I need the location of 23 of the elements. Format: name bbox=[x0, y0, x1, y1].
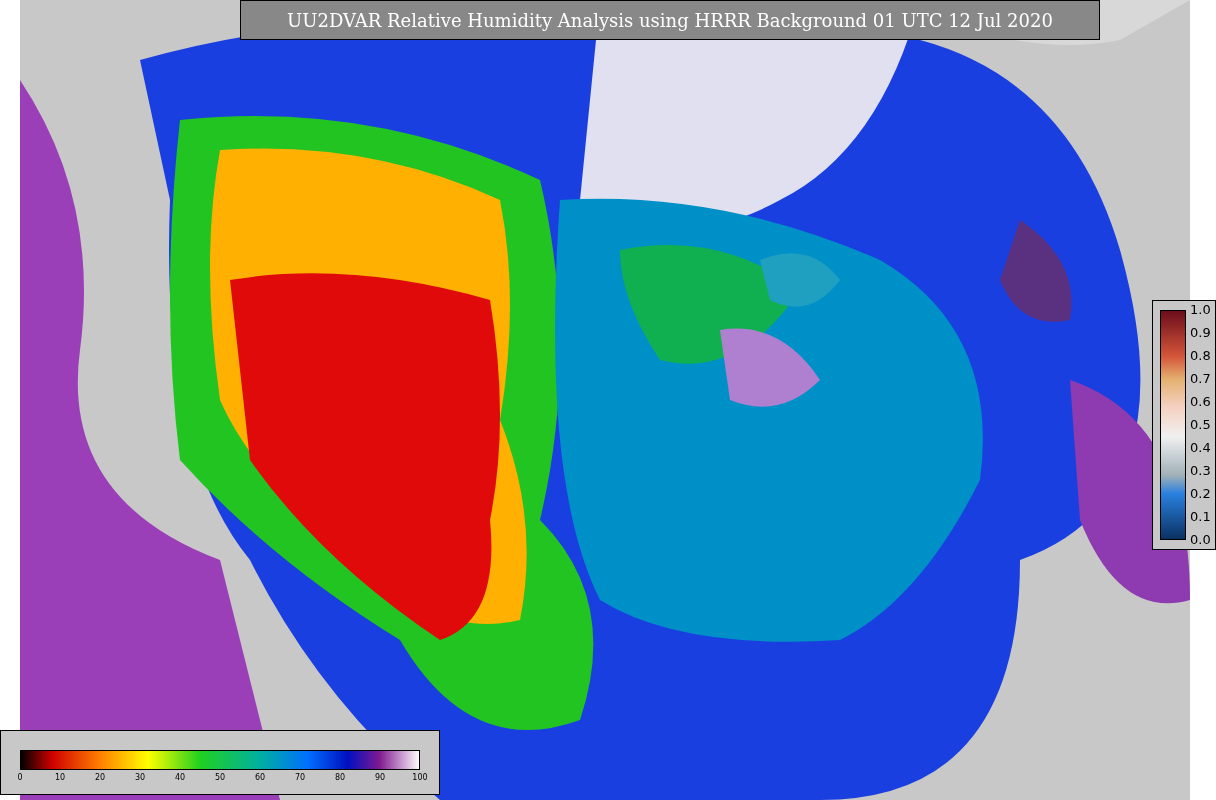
tick-label: 30 bbox=[133, 773, 147, 783]
map-title: UU2DVAR Relative Humidity Analysis using HRRR Background 01 UTC 12 Jul 2020 bbox=[240, 0, 1100, 40]
tick-label: 0.4 bbox=[1190, 440, 1211, 456]
tick-label: 10 bbox=[53, 773, 67, 783]
tick-label: 1.0 bbox=[1190, 302, 1211, 318]
tick-label: 0.6 bbox=[1190, 394, 1211, 410]
tick-label: 90 bbox=[373, 773, 387, 783]
tick-label: 50 bbox=[213, 773, 227, 783]
tick-label: 20 bbox=[93, 773, 107, 783]
tick-label: 80 bbox=[333, 773, 347, 783]
tick-label: 70 bbox=[293, 773, 307, 783]
tick-label: 0 bbox=[16, 773, 24, 783]
tick-label: 0.1 bbox=[1190, 509, 1211, 525]
tick-label: 100 bbox=[411, 773, 429, 783]
tick-label: 0.3 bbox=[1190, 463, 1211, 479]
tick-label: 0.5 bbox=[1190, 417, 1211, 433]
tick-label: 0.7 bbox=[1190, 371, 1211, 387]
tick-label: 60 bbox=[253, 773, 267, 783]
tick-label: 0.2 bbox=[1190, 486, 1211, 502]
tick-label: 0.9 bbox=[1190, 325, 1211, 341]
tick-label: 40 bbox=[173, 773, 187, 783]
tick-label: 0.8 bbox=[1190, 348, 1211, 364]
tick-label: 0.0 bbox=[1190, 532, 1211, 548]
